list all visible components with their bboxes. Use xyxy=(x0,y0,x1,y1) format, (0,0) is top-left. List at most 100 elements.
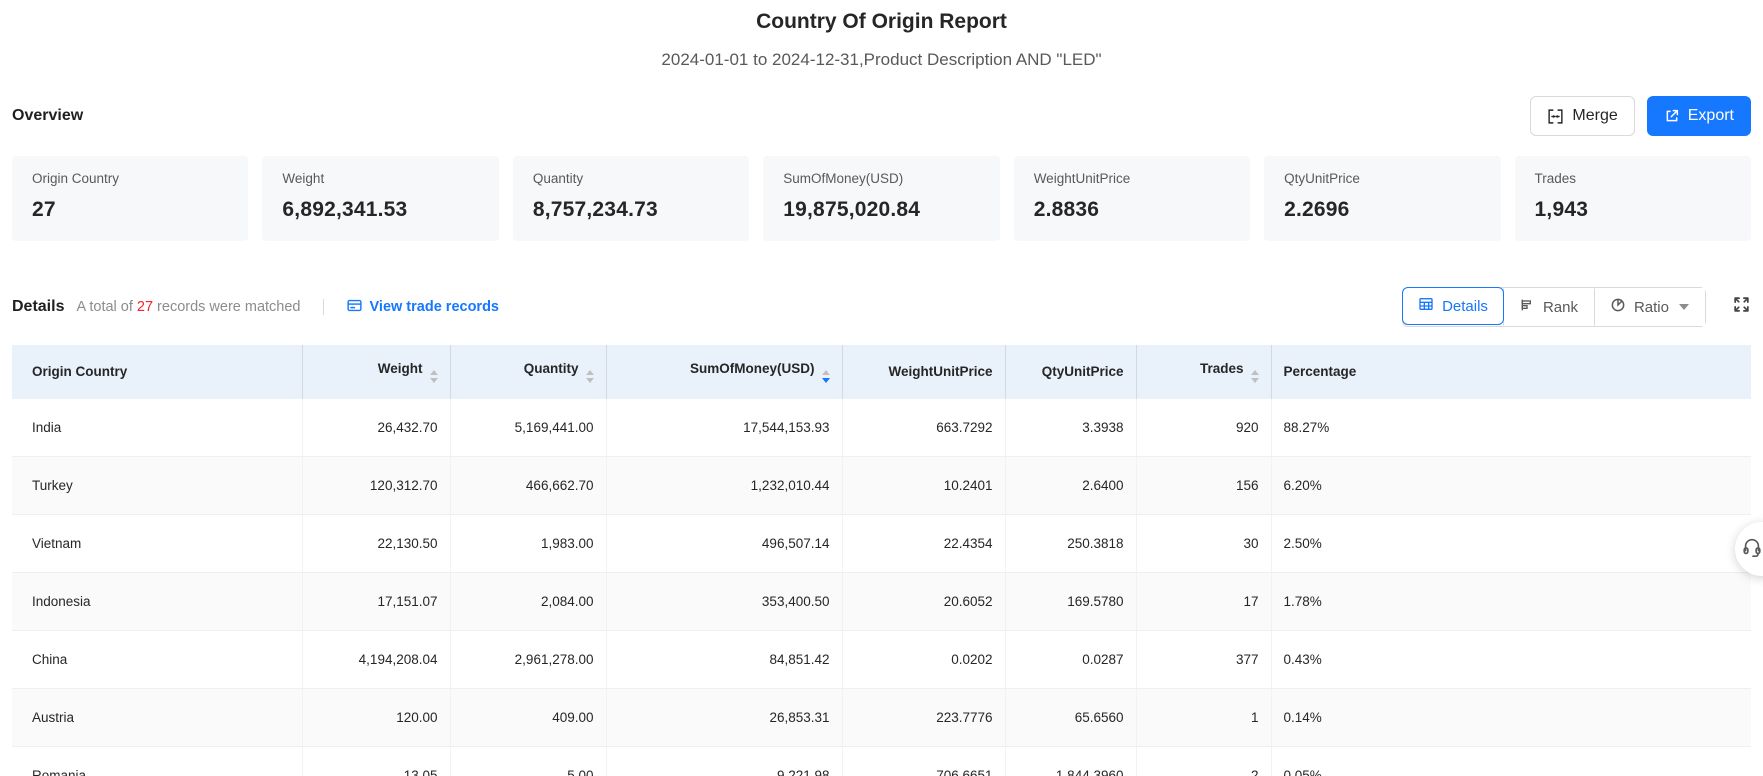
column-header-percentage: Percentage xyxy=(1271,345,1751,399)
fullscreen-button[interactable] xyxy=(1732,295,1751,319)
toolbar: Merge Export xyxy=(1530,96,1751,136)
sort-carets-icon[interactable] xyxy=(1251,370,1259,383)
cell-quantity: 5,169,441.00 xyxy=(450,399,606,457)
stat-value: 8,757,234.73 xyxy=(533,198,729,222)
stat-value: 6,892,341.53 xyxy=(282,198,478,222)
stat-card-origin-country: Origin Country 27 xyxy=(12,156,248,241)
cell-sum-of-money: 26,853.31 xyxy=(606,688,842,746)
cell-weight: 120,312.70 xyxy=(302,456,450,514)
cell-percentage: 88.27% xyxy=(1271,399,1751,457)
cell-sum-of-money: 17,544,153.93 xyxy=(606,399,842,457)
cell-weight: 120.00 xyxy=(302,688,450,746)
cell-qty-unit-price: 65.6560 xyxy=(1005,688,1136,746)
cell-origin-country: China xyxy=(12,630,302,688)
cell-percentage: 2.50% xyxy=(1271,514,1751,572)
column-label: WeightUnitPrice xyxy=(888,364,992,379)
tab-label: Rank xyxy=(1543,299,1578,316)
tab-rank[interactable]: Rank xyxy=(1503,288,1594,326)
stat-card-trades: Trades 1,943 xyxy=(1515,156,1751,241)
column-header-sum-of-money[interactable]: SumOfMoney(USD) xyxy=(606,345,842,399)
stat-label: Weight xyxy=(282,171,478,186)
stat-card-quantity: Quantity 8,757,234.73 xyxy=(513,156,749,241)
cell-percentage: 0.43% xyxy=(1271,630,1751,688)
cell-weight: 26,432.70 xyxy=(302,399,450,457)
cell-quantity: 2,961,278.00 xyxy=(450,630,606,688)
headset-icon xyxy=(1741,536,1763,563)
stat-cards: Origin Country 27 Weight 6,892,341.53 Qu… xyxy=(12,156,1751,241)
matched-count: 27 xyxy=(133,299,157,315)
table-row-indonesia: Indonesia17,151.072,084.00353,400.5020.6… xyxy=(12,572,1751,630)
cell-percentage: 0.05% xyxy=(1271,746,1751,776)
overview-heading: Overview xyxy=(12,107,83,125)
table-row-china: China4,194,208.042,961,278.0084,851.420.… xyxy=(12,630,1751,688)
stat-label: QtyUnitPrice xyxy=(1284,171,1480,186)
cell-quantity: 466,662.70 xyxy=(450,456,606,514)
column-label: QtyUnitPrice xyxy=(1042,364,1124,379)
cell-trades: 30 xyxy=(1136,514,1271,572)
cell-sum-of-money: 353,400.50 xyxy=(606,572,842,630)
cell-quantity: 5.00 xyxy=(450,746,606,776)
details-table: Origin Country WeightQuantity SumOfMoney(U… xyxy=(12,345,1751,776)
cell-trades: 377 xyxy=(1136,630,1271,688)
sort-carets-icon[interactable] xyxy=(586,370,594,383)
cell-quantity: 409.00 xyxy=(450,688,606,746)
view-trade-records-link[interactable]: View trade records xyxy=(346,297,500,318)
cell-weight: 13.05 xyxy=(302,746,450,776)
column-header-weight[interactable]: Weight xyxy=(302,345,450,399)
cell-weight: 17,151.07 xyxy=(302,572,450,630)
column-header-quantity[interactable]: Quantity xyxy=(450,345,606,399)
tab-label: Details xyxy=(1442,298,1488,315)
merge-button[interactable]: Merge xyxy=(1530,96,1634,136)
cell-qty-unit-price: 2.6400 xyxy=(1005,456,1136,514)
cell-origin-country: Turkey xyxy=(12,456,302,514)
cell-weight: 4,194,208.04 xyxy=(302,630,450,688)
cell-percentage: 1.78% xyxy=(1271,572,1751,630)
stat-card-weight-unit-price: WeightUnitPrice 2.8836 xyxy=(1014,156,1250,241)
cell-trades: 17 xyxy=(1136,572,1271,630)
table-grid-icon xyxy=(1418,296,1434,316)
cell-origin-country: Austria xyxy=(12,688,302,746)
cell-sum-of-money: 1,232,010.44 xyxy=(606,456,842,514)
table-row-vietnam: Vietnam22,130.501,983.00496,507.1422.435… xyxy=(12,514,1751,572)
stat-value: 2.2696 xyxy=(1284,198,1480,222)
cell-sum-of-money: 496,507.14 xyxy=(606,514,842,572)
sort-carets-icon[interactable] xyxy=(822,370,830,383)
tab-ratio[interactable]: Ratio xyxy=(1594,288,1705,326)
tab-details[interactable]: Details xyxy=(1402,287,1504,325)
column-label: Percentage xyxy=(1284,364,1357,379)
column-label: Origin Country xyxy=(32,364,127,379)
cell-qty-unit-price: 169.5780 xyxy=(1005,572,1136,630)
stat-value: 2.8836 xyxy=(1034,198,1230,222)
cell-qty-unit-price: 250.3818 xyxy=(1005,514,1136,572)
cell-sum-of-money: 9,221.98 xyxy=(606,746,842,776)
cell-quantity: 2,084.00 xyxy=(450,572,606,630)
cell-qty-unit-price: 1,844.3960 xyxy=(1005,746,1136,776)
cell-weight-unit-price: 663.7292 xyxy=(842,399,1005,457)
cell-percentage: 6.20% xyxy=(1271,456,1751,514)
cell-qty-unit-price: 0.0287 xyxy=(1005,630,1136,688)
column-header-trades[interactable]: Trades xyxy=(1136,345,1271,399)
pie-ratio-icon xyxy=(1610,297,1626,317)
stat-label: Trades xyxy=(1535,171,1731,186)
details-toolbar: Details A total of27records were matched… xyxy=(12,287,1751,327)
cell-trades: 156 xyxy=(1136,456,1271,514)
cell-weight-unit-price: 223.7776 xyxy=(842,688,1005,746)
stat-card-weight: Weight 6,892,341.53 xyxy=(262,156,498,241)
page-subtitle: 2024-01-01 to 2024-12-31,Product Descrip… xyxy=(12,50,1751,70)
cell-percentage: 0.14% xyxy=(1271,688,1751,746)
column-header-origin-country: Origin Country xyxy=(12,345,302,399)
details-heading: Details xyxy=(12,298,64,316)
column-label: SumOfMoney(USD) xyxy=(690,361,815,376)
cell-weight-unit-price: 22.4354 xyxy=(842,514,1005,572)
sort-carets-icon[interactable] xyxy=(430,370,438,383)
chevron-down-icon xyxy=(1679,304,1689,310)
cell-weight: 22,130.50 xyxy=(302,514,450,572)
trade-records-icon xyxy=(346,297,363,318)
trade-link-label: View trade records xyxy=(370,299,500,315)
stat-label: Quantity xyxy=(533,171,729,186)
cell-quantity: 1,983.00 xyxy=(450,514,606,572)
column-label: Trades xyxy=(1200,361,1244,376)
cell-origin-country: India xyxy=(12,399,302,457)
export-button-label: Export xyxy=(1688,107,1734,125)
export-button[interactable]: Export xyxy=(1647,96,1751,136)
